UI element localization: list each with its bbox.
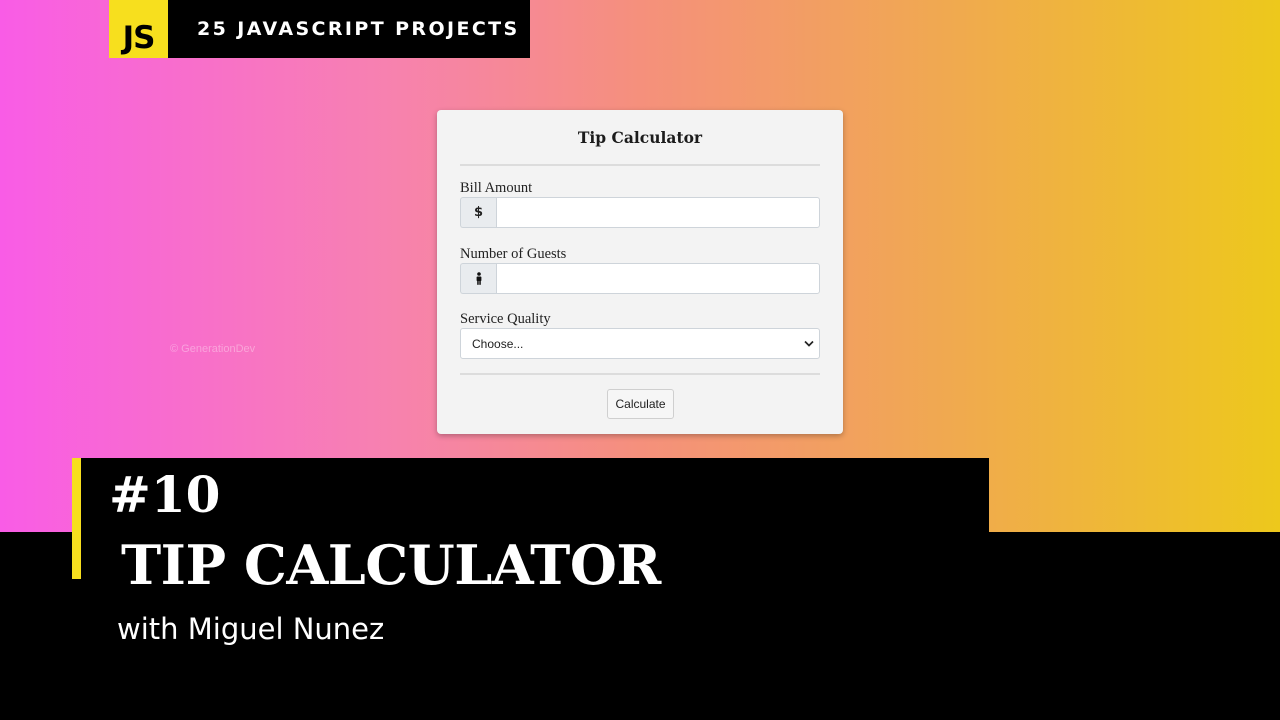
- service-quality-select[interactable]: Choose...: [460, 328, 820, 359]
- series-banner: JS 25 JAVASCRIPT PROJECTS: [109, 0, 530, 58]
- author-credit: with Miguel Nunez: [117, 612, 385, 646]
- calculator-title: Tip Calculator: [577, 128, 703, 147]
- js-logo: JS: [109, 0, 168, 58]
- person-icon: [460, 263, 496, 294]
- dollar-icon: $: [460, 197, 496, 228]
- service-quality-value: Choose...: [472, 336, 524, 351]
- thumbnail-canvas: JS 25 JAVASCRIPT PROJECTS © GenerationDe…: [0, 0, 1280, 720]
- guests-label: Number of Guests: [460, 246, 567, 262]
- bill-amount-input[interactable]: [496, 197, 820, 228]
- guests-input[interactable]: [496, 263, 820, 294]
- bottom-divider: [460, 373, 820, 375]
- bill-amount-group: $: [460, 197, 820, 228]
- episode-number: #10: [109, 465, 221, 524]
- watermark: © GenerationDev: [170, 343, 256, 355]
- guests-group: [460, 263, 820, 294]
- service-quality-label: Service Quality: [460, 311, 551, 327]
- accent-bar: [72, 458, 81, 579]
- chevron-down-icon: [804, 340, 814, 347]
- person-icon-glyph: [476, 272, 481, 285]
- tip-calculator-card: Tip Calculator Bill Amount $ Number of G…: [437, 110, 843, 434]
- calculate-button[interactable]: Calculate: [607, 389, 674, 419]
- series-title: 25 JAVASCRIPT PROJECTS: [197, 18, 520, 40]
- video-title: TIP CALCULATOR: [121, 533, 661, 597]
- top-divider: [460, 164, 820, 166]
- bill-amount-label: Bill Amount: [460, 180, 533, 196]
